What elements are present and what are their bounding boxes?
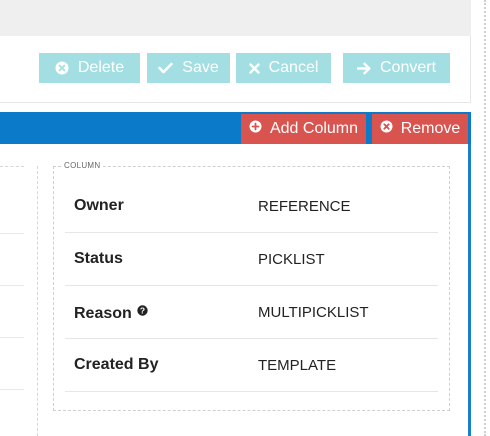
times-circle-icon [55,61,69,75]
content-area: COLUMN Owner REFERENCE Status PICKLIST R… [0,144,471,436]
save-label: Save [182,59,219,76]
help-icon[interactable]: ? [137,303,148,321]
column-legend: COLUMN [61,161,104,170]
row-divider [0,233,24,234]
svg-text:?: ? [140,306,145,316]
field-label: Owner [74,197,124,214]
add-column-button[interactable]: Add Column [241,114,366,144]
cancel-button[interactable]: Cancel [236,53,331,83]
delete-button[interactable]: Delete [39,53,140,83]
field-label: Reason [74,305,132,322]
cancel-label: Cancel [268,59,319,76]
row-divider [0,389,24,390]
scroll-rail [484,0,486,436]
field-type: PICKLIST [258,251,325,268]
plus-circle-icon [249,120,262,138]
convert-button[interactable]: Convert [343,53,450,83]
column-fieldset: COLUMN Owner REFERENCE Status PICKLIST R… [53,161,450,411]
convert-label: Convert [379,59,437,76]
panel-divider [37,166,38,436]
field-label-wrapper: Reason? [74,303,148,323]
field-type: TEMPLATE [258,357,337,374]
add-column-label: Add Column [269,120,359,137]
arrow-right-icon [356,62,371,75]
save-button[interactable]: Save [147,53,230,83]
left-column-panel [0,166,24,436]
page: Delete Save Cancel Convert Add Column Re… [0,0,490,436]
field-label: Created By [74,356,159,373]
check-icon [158,62,174,74]
remove-button[interactable]: Remove [372,114,468,144]
times-circle-icon [380,120,393,138]
field-row-reason: Reason? MULTIPICKLIST [65,286,438,339]
field-label: Status [74,250,123,267]
field-type: REFERENCE [258,198,351,215]
row-divider [0,337,24,338]
field-row-owner: Owner REFERENCE [65,180,438,233]
remove-label: Remove [400,120,461,137]
field-row-created-by: Created By TEMPLATE [65,339,438,392]
row-divider [0,285,24,286]
field-type: MULTIPICKLIST [258,304,369,321]
field-row-status: Status PICKLIST [65,233,438,286]
close-icon [248,62,260,74]
delete-label: Delete [77,59,125,76]
top-strip [0,0,471,37]
toolbar: Delete Save Cancel Convert [0,36,471,103]
